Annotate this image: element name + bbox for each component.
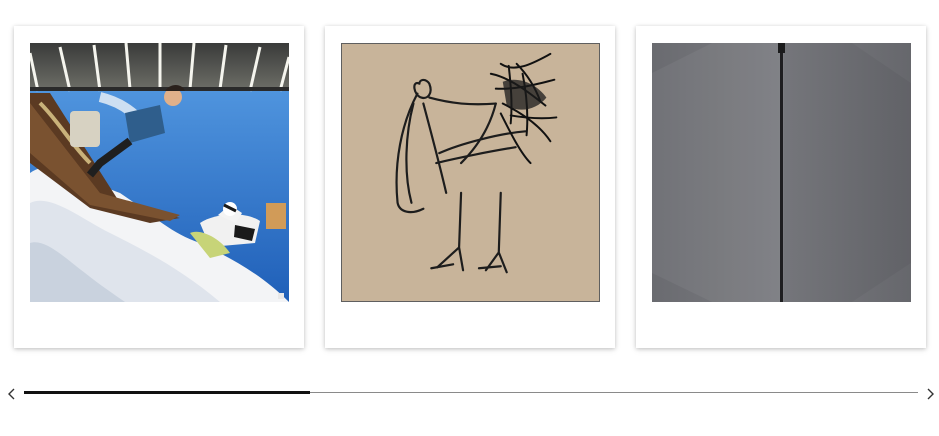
bird-drawing-image — [342, 44, 599, 301]
artwork-card[interactable] — [14, 26, 304, 348]
surreal-painting-image — [30, 43, 289, 302]
artwork-card[interactable] — [325, 26, 615, 348]
scrollbar-thumb[interactable] — [24, 391, 310, 394]
artwork-card[interactable] — [636, 26, 926, 348]
artwork-image-grey-fabric[interactable] — [652, 43, 911, 302]
artwork-image-surreal-boat[interactable] — [30, 43, 289, 302]
grey-fabric-image — [652, 43, 911, 302]
chevron-right-icon[interactable] — [922, 386, 938, 402]
carousel-scrollbar[interactable] — [0, 384, 939, 404]
artwork-image-bird-drawing[interactable] — [341, 43, 600, 302]
chevron-left-icon[interactable] — [4, 386, 20, 402]
